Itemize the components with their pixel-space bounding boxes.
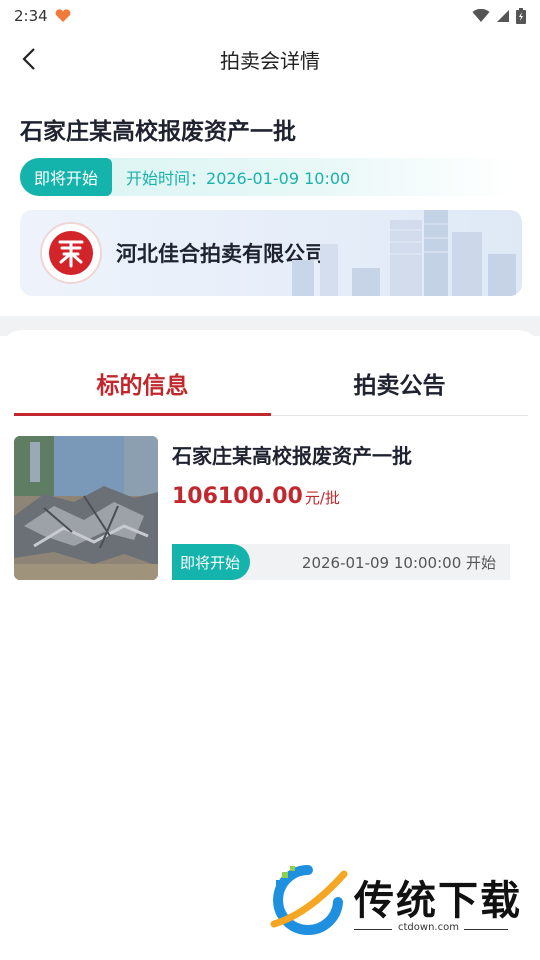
watermark-rule-right (464, 929, 508, 930)
watermark-url: ctdown.com (398, 922, 459, 933)
company-seal-icon (49, 231, 93, 275)
status-bar: 2:34 (0, 0, 540, 32)
heart-app-icon (55, 9, 71, 22)
status-icons (472, 8, 526, 24)
auction-status-row: 即将开始 开始时间：2026-01-09 10:00 (20, 158, 512, 196)
lot-start-time: 2026-01-09 10:00:00 开始 (301, 553, 496, 572)
lot-price-unit: 元/批 (304, 489, 340, 507)
status-badge: 即将开始 (20, 158, 113, 196)
lot-status-row: 即将开始 2026-01-09 10:00:00 开始 (172, 544, 510, 580)
scrap-metal-image (14, 436, 158, 580)
tab-auction-notice[interactable]: 拍卖公告 (271, 350, 528, 415)
list-item[interactable]: 石家庄某高校报废资产一批 106100.00 元/批 即将开始 2026-01-… (14, 436, 510, 580)
lot-price-row: 106100.00 元/批 (172, 484, 340, 509)
lot-title: 石家庄某高校报废资产一批 (172, 444, 412, 468)
start-time: 开始时间：2026-01-09 10:00 (126, 169, 351, 188)
company-card[interactable]: 河北佳合拍卖有限公司 (20, 210, 522, 296)
chevron-left-icon (22, 48, 35, 70)
tab-bar: 标的信息 拍卖公告 (14, 350, 528, 416)
auction-title: 石家庄某高校报废资产一批 (20, 119, 296, 145)
watermark-rule-left (354, 929, 392, 930)
city-buildings-image (292, 210, 516, 296)
watermark-logo-icon (270, 865, 348, 935)
watermark: 传统下载 ctdown.com (268, 862, 520, 938)
auction-header: 石家庄某高校报废资产一批 即将开始 开始时间：2026-01-09 10:00 … (0, 86, 540, 316)
status-time: 2:34 (14, 7, 48, 25)
lot-status-badge: 即将开始 (172, 544, 251, 580)
battery-icon (516, 8, 526, 24)
lot-price: 106100.00 (172, 484, 303, 509)
tab-lot-info[interactable]: 标的信息 (14, 350, 271, 416)
wifi-icon (472, 9, 490, 22)
company-logo (40, 222, 102, 284)
back-button[interactable] (10, 40, 48, 78)
watermark-text: 传统下载 (354, 878, 522, 924)
page-title: 拍卖会详情 (220, 48, 320, 73)
signal-icon (497, 10, 509, 22)
lot-thumbnail (14, 436, 158, 580)
nav-bar: 拍卖会详情 (0, 32, 540, 86)
